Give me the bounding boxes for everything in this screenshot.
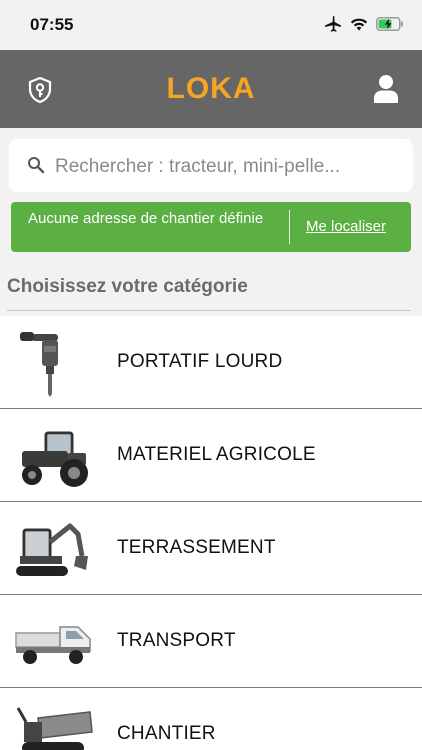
truck-icon [15,626,91,664]
banner-divider [289,210,290,244]
locate-me-link[interactable]: Me localiser [306,218,386,235]
location-banner: Aucune adresse de chantier définie Me lo… [11,202,411,252]
dumper-icon [16,707,93,750]
category-label: TERRASSEMENT [117,537,276,558]
battery-charging-icon [376,17,403,31]
wifi-icon [350,18,368,31]
tractor-icon [22,431,88,487]
category-item-transport[interactable]: TRANSPORT [0,595,422,688]
jackhammer-icon [20,332,58,397]
search-icon [28,157,45,174]
airplane-mode-icon [325,16,341,32]
section-title: Choisissez votre catégorie [7,276,248,297]
category-label: MATERIEL AGRICOLE [117,444,316,465]
status-bar: 07:55 [0,0,422,50]
category-item-materiel-agricole[interactable]: MATERIEL AGRICOLE [0,409,422,502]
category-label: PORTATIF LOURD [117,351,283,372]
category-label: TRANSPORT [117,630,236,651]
category-item-terrassement[interactable]: TERRASSEMENT [0,502,422,595]
user-profile-icon[interactable] [372,74,400,104]
category-label: CHANTIER [117,723,216,744]
category-list: PORTATIF LOURD MATERIEL AGRICOLE TERRASS… [0,316,422,750]
section-divider [7,310,411,311]
app-screen: 07:55 LOKA Rechercher: tracteur, mini-p… [0,0,422,750]
app-header: LOKA [0,50,422,128]
status-time: 07:55 [30,15,74,34]
app-logo: LOKA [166,72,256,105]
search-bar[interactable] [9,139,413,194]
location-message: Aucune adresse de chantier définie [28,210,264,227]
category-item-chantier[interactable]: CHANTIER [0,688,422,750]
category-item-portatif-lourd[interactable]: PORTATIF LOURD [0,316,422,409]
search-input[interactable] [53,139,407,194]
excavator-icon [16,523,88,576]
status-icons [324,16,404,32]
